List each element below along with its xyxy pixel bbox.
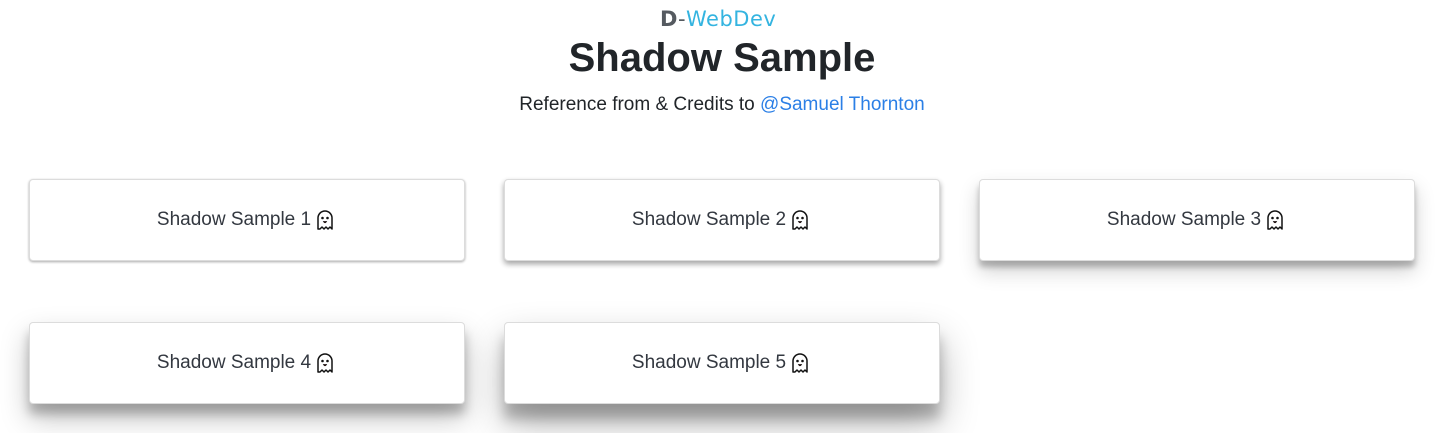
credit-author-link[interactable]: @Samuel Thornton [760, 94, 925, 115]
shadow-sample-card-1: Shadow Sample 1 [29, 179, 465, 261]
card-label: Shadow Sample 1 [156, 209, 312, 230]
card-label: Shadow Sample 2 [631, 209, 787, 230]
page-title: Shadow Sample [568, 36, 876, 80]
shadow-sample-card-2: Shadow Sample 2 [504, 179, 940, 261]
logo-text: WebDev [686, 7, 777, 31]
site-logo[interactable]: D - WebDev [660, 6, 776, 32]
ghost-icon [792, 210, 808, 230]
credits-line: Reference from & Credits to @Samuel Thor… [0, 92, 1444, 118]
shadow-sample-card-3: Shadow Sample 3 [979, 179, 1415, 261]
ghost-icon [1267, 210, 1283, 230]
shadow-sample-card-4: Shadow Sample 4 [29, 322, 465, 404]
credits-prefix: Reference from & Credits to [519, 94, 761, 115]
ghost-icon [792, 353, 808, 373]
ghost-icon [317, 210, 333, 230]
ghost-icon [317, 353, 333, 373]
shadow-sample-card-5: Shadow Sample 5 [504, 322, 940, 404]
card-label: Shadow Sample 4 [156, 352, 312, 373]
logo-dash: - [677, 7, 687, 31]
logo-mark: D [660, 7, 678, 31]
card-label: Shadow Sample 5 [631, 352, 787, 373]
card-label: Shadow Sample 3 [1106, 209, 1262, 230]
